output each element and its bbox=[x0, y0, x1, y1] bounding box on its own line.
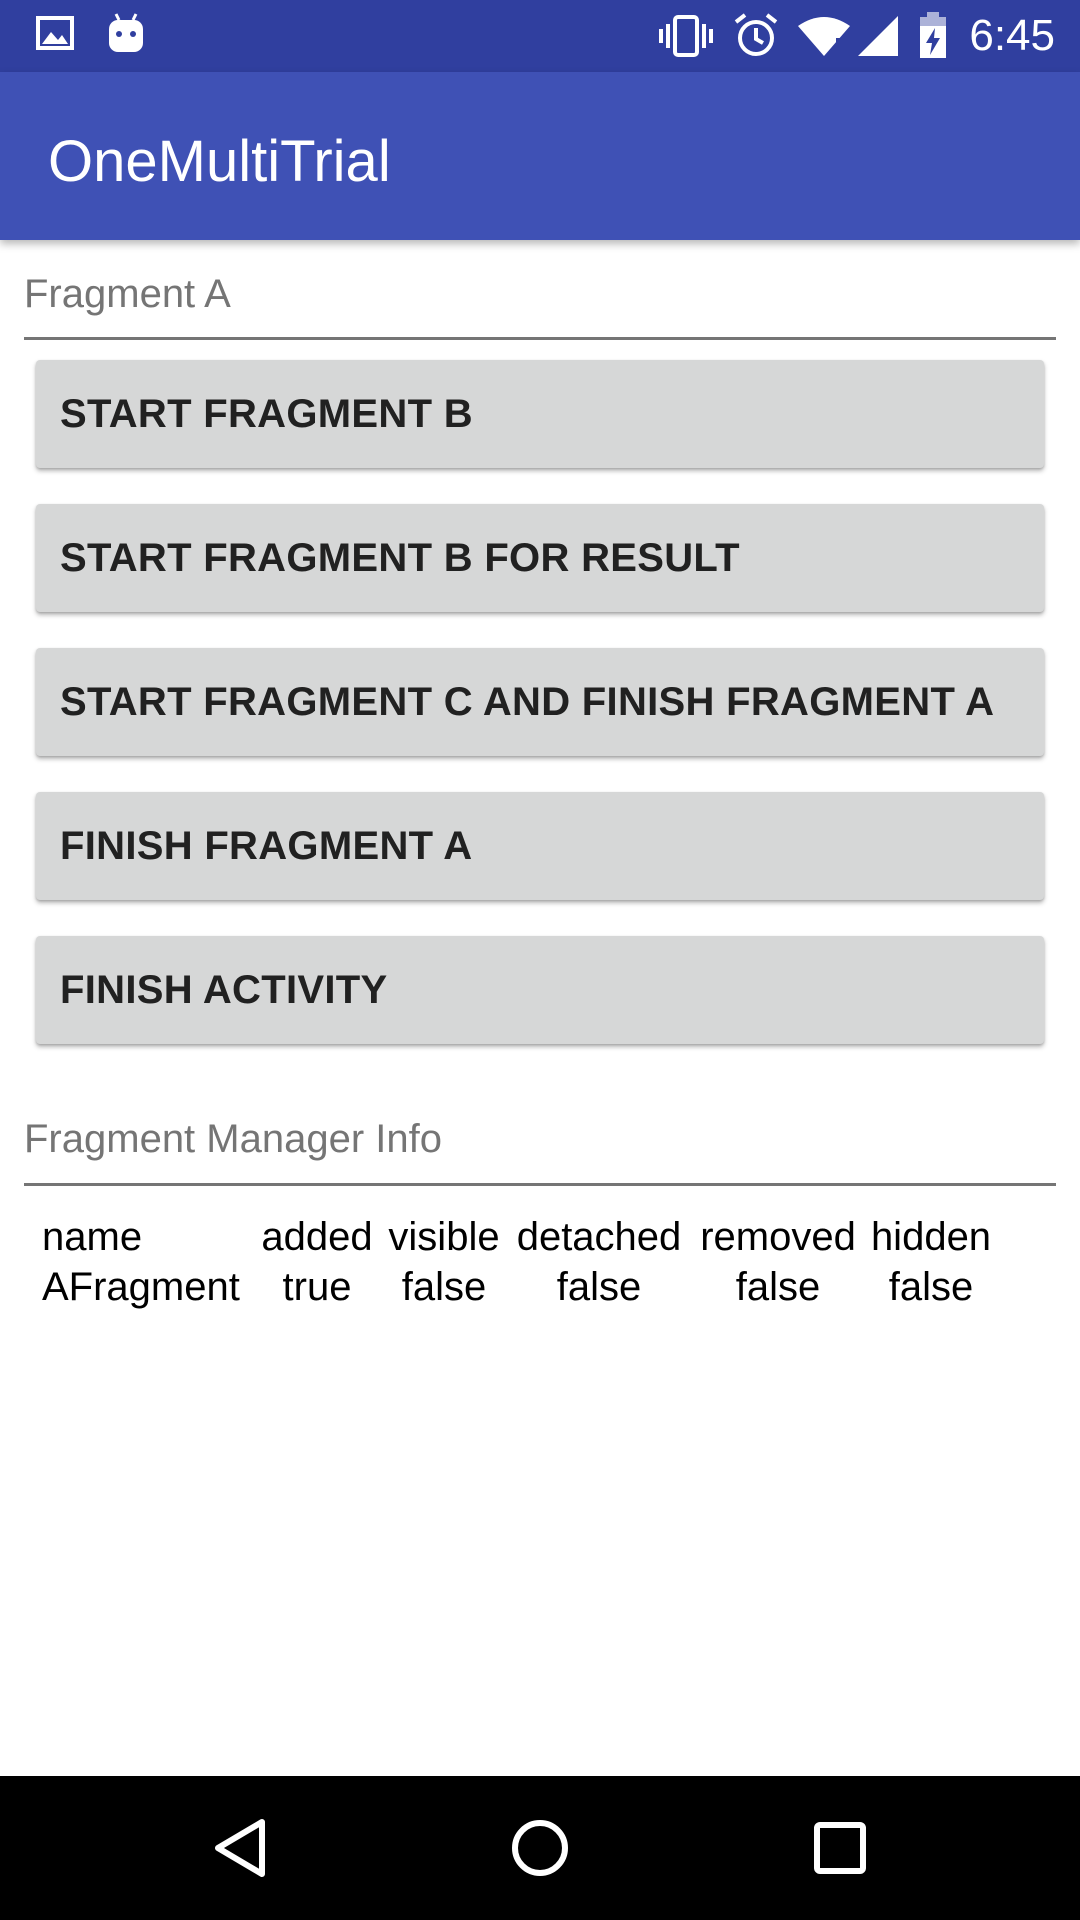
app-toolbar: OneMultiTrial bbox=[0, 72, 1080, 240]
table-cell: true bbox=[282, 1265, 352, 1309]
table-cell: false bbox=[556, 1265, 642, 1309]
column-header: detached bbox=[516, 1215, 682, 1259]
fragment-header: Fragment A bbox=[24, 272, 231, 316]
start-fragment-b-for-result-button[interactable]: START FRAGMENT B FOR RESULT bbox=[36, 504, 1044, 612]
column-header: visible bbox=[388, 1215, 500, 1259]
column-header: added bbox=[261, 1215, 373, 1259]
table-cell: false bbox=[888, 1265, 974, 1309]
app-title: OneMultiTrial bbox=[48, 129, 391, 194]
recents-icon[interactable] bbox=[768, 1776, 912, 1920]
manager-info-header: Fragment Manager Info bbox=[24, 1117, 442, 1161]
table-cell: AFragment bbox=[42, 1265, 240, 1309]
home-icon[interactable] bbox=[468, 1776, 612, 1920]
column-header: removed bbox=[700, 1215, 856, 1259]
table-cell: false bbox=[401, 1265, 487, 1309]
table-cell: false bbox=[735, 1265, 821, 1309]
navigation-bar bbox=[0, 1776, 1080, 1920]
column-header: hidden bbox=[870, 1215, 992, 1259]
finish-fragment-a-button[interactable]: FINISH FRAGMENT A bbox=[36, 792, 1044, 900]
android-icon bbox=[106, 12, 146, 59]
column-header: name bbox=[42, 1215, 143, 1259]
finish-activity-button[interactable]: FINISH ACTIVITY bbox=[36, 936, 1044, 1044]
fragment-header-divider bbox=[24, 337, 1056, 340]
start-fragment-b-button[interactable]: START FRAGMENT B bbox=[36, 360, 1044, 468]
status-bar: 6:45 bbox=[0, 0, 1080, 72]
image-icon bbox=[36, 14, 74, 57]
start-fragment-c-finish-a-button[interactable]: START FRAGMENT C AND FINISH FRAGMENT A bbox=[36, 648, 1044, 756]
screen: 6:45 OneMultiTrial Fragment A START FRAG… bbox=[0, 0, 1080, 1920]
clock: 6:45 bbox=[969, 11, 1055, 60]
back-icon[interactable] bbox=[168, 1776, 312, 1920]
manager-info-divider bbox=[24, 1183, 1056, 1186]
